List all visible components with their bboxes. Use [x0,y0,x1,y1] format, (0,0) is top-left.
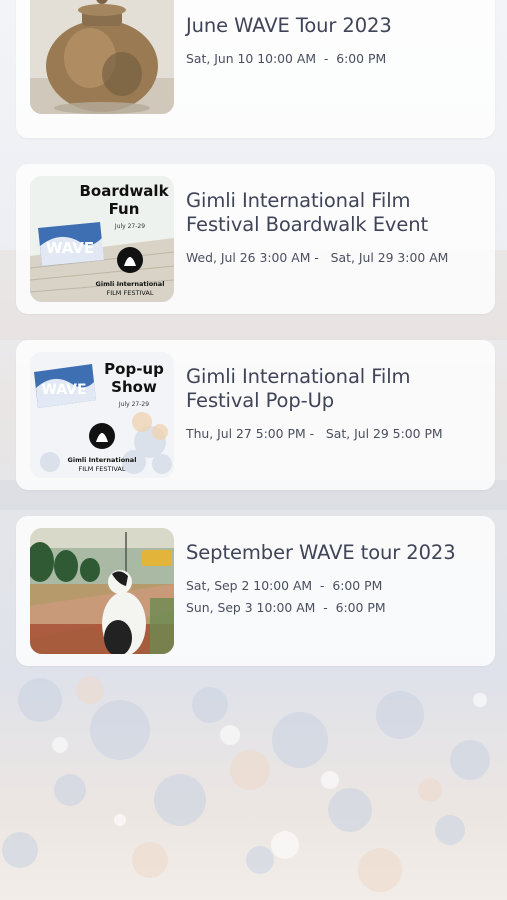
event-card-boardwalk-event[interactable]: Boardwalk Fun July 27-29 WAVE Gimli Inte… [16,164,495,314]
svg-text:Show: Show [111,378,157,396]
event-title: September WAVE tour 2023 [186,541,456,564]
poster-heading: Boardwalk [79,182,169,200]
event-image-popup-show-poster: Pop-up Show July 27-29 WAVE Gimli Intern… [30,352,174,478]
poster-heading: Pop-up [104,360,164,378]
svg-text:Fun: Fun [109,200,140,218]
event-date: Wed, Jul 26 3:00 AM - Sat, Jul 29 3:00 A… [186,250,449,265]
event-image-dog-painting [30,528,174,654]
svg-text:July 27-29: July 27-29 [114,223,145,230]
svg-text:Gimli International: Gimli International [96,280,165,288]
svg-text:FILM FESTIVAL: FILM FESTIVAL [79,465,126,473]
event-card-june-wave-tour[interactable]: June WAVE Tour 2023 Sat, Jun 10 10:00 AM… [16,0,495,138]
event-date-day-1: Sat, Sep 2 10:00 AM - 6:00 PM [186,578,383,593]
event-image-boardwalk-fun-poster: Boardwalk Fun July 27-29 WAVE Gimli Inte… [30,176,174,302]
svg-text:Gimli International: Gimli International [68,456,137,464]
event-image-pottery-vase [30,0,174,114]
event-date-day-2: Sun, Sep 3 10:00 AM - 6:00 PM [186,600,386,615]
svg-text:WAVE: WAVE [41,382,86,398]
event-date: Thu, Jul 27 5:00 PM - Sat, Jul 29 5:00 P… [186,426,443,441]
svg-text:July 27-29: July 27-29 [118,401,149,408]
event-title: June WAVE Tour 2023 [186,14,392,37]
event-title: Gimli International Film Festival Boardw… [186,189,429,236]
event-card-september-wave-tour[interactable]: September WAVE tour 2023 Sat, Sep 2 10:0… [16,516,495,666]
event-title: Gimli International Film Festival Pop-Up [186,365,411,412]
event-card-popup-event[interactable]: Pop-up Show July 27-29 WAVE Gimli Intern… [16,340,495,490]
event-date: Sat, Jun 10 10:00 AM - 6:00 PM [186,51,387,66]
svg-text:WAVE: WAVE [46,239,94,257]
svg-text:FILM FESTIVAL: FILM FESTIVAL [107,289,154,297]
